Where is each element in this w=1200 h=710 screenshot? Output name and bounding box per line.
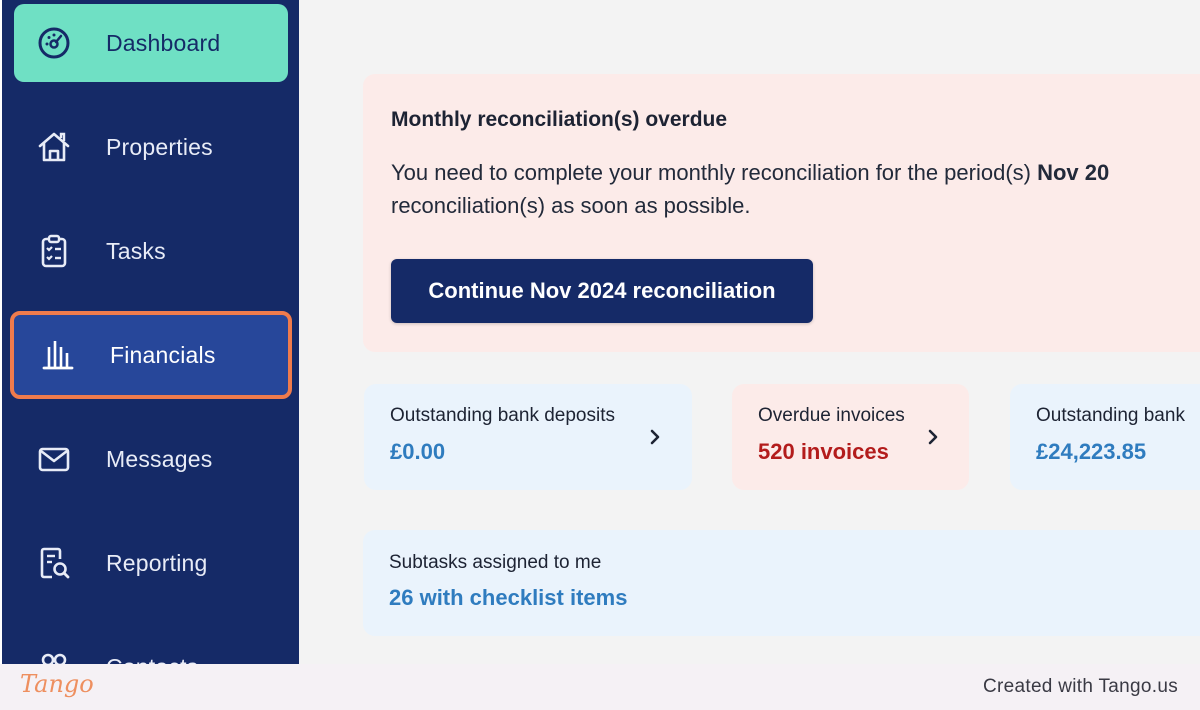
subtasks-card[interactable]: Subtasks assigned to me 26 with checklis… bbox=[363, 530, 1200, 636]
card-label: Subtasks assigned to me bbox=[389, 552, 602, 573]
sidebar-item-label: Financials bbox=[110, 341, 216, 368]
sidebar-item-label: Messages bbox=[106, 445, 213, 472]
outstanding-bank-card[interactable]: Outstanding bank £24,223.85 bbox=[1010, 384, 1200, 490]
sidebar-item-label: Tasks bbox=[106, 237, 166, 264]
outstanding-bank-deposits-card[interactable]: Outstanding bank deposits £0.00 bbox=[364, 384, 692, 490]
sidebar-item-label: Properties bbox=[106, 133, 213, 160]
sidebar-item-tasks[interactable]: Tasks bbox=[14, 212, 288, 290]
clipboard-checklist-icon bbox=[41, 234, 67, 268]
sidebar-item-financials[interactable]: Financials bbox=[10, 311, 292, 399]
card-label: Outstanding bank deposits bbox=[390, 405, 615, 426]
card-value: 520 invoices bbox=[758, 439, 889, 464]
bank-building-icon bbox=[42, 341, 74, 370]
report-search-icon bbox=[40, 547, 70, 579]
dashboard-gauge-icon bbox=[38, 27, 70, 59]
alert-title: Monthly reconciliation(s) overdue bbox=[391, 108, 728, 131]
tango-logo: Tango bbox=[20, 670, 94, 698]
alert-message: You need to complete your monthly reconc… bbox=[391, 160, 1110, 218]
sidebar: Dashboard Properties Tasks Financials Me… bbox=[0, 0, 299, 664]
sidebar-item-properties[interactable]: Properties bbox=[14, 108, 288, 186]
envelope-icon bbox=[38, 447, 70, 472]
reconciliation-alert: Monthly reconciliation(s) overdue You ne… bbox=[363, 74, 1200, 352]
sidebar-item-label: Contacts bbox=[106, 654, 198, 665]
card-label: Overdue invoices bbox=[758, 405, 905, 426]
sidebar-item-reporting[interactable]: Reporting bbox=[14, 524, 288, 602]
card-value: £0.00 bbox=[390, 439, 446, 464]
card-value: 26 with checklist items bbox=[389, 585, 628, 610]
sidebar-item-dashboard[interactable]: Dashboard bbox=[14, 4, 288, 82]
card-label: Outstanding bank bbox=[1036, 405, 1185, 426]
chevron-right-icon bbox=[928, 429, 938, 445]
created-with-credit: Created with Tango.us bbox=[982, 676, 1178, 697]
sidebar-item-contacts[interactable]: Contacts bbox=[14, 628, 288, 664]
people-icon bbox=[41, 653, 67, 664]
chevron-right-icon bbox=[650, 429, 660, 445]
sidebar-item-label: Reporting bbox=[106, 549, 208, 576]
sidebar-item-label: Dashboard bbox=[106, 29, 221, 56]
card-value: £24,223.85 bbox=[1036, 439, 1147, 464]
sidebar-item-messages[interactable]: Messages bbox=[14, 420, 288, 498]
house-icon bbox=[38, 132, 70, 162]
tango-footer: Tango Created with Tango.us bbox=[0, 664, 1200, 710]
alert-period: Nov 20 bbox=[1037, 160, 1110, 185]
main-content: Monthly reconciliation(s) overdue You ne… bbox=[299, 0, 1200, 664]
overdue-invoices-card[interactable]: Overdue invoices 520 invoices bbox=[732, 384, 969, 490]
continue-reconciliation-button[interactable]: Continue Nov 2024 reconciliation bbox=[391, 259, 813, 323]
